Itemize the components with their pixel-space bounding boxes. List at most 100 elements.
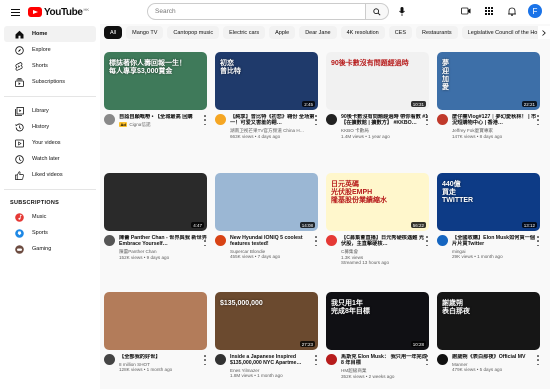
more-options-icon[interactable] xyxy=(425,115,429,125)
video-title[interactable]: Inside a Japanese Inspired $135,000,000 … xyxy=(230,354,318,366)
sidebar-item-sports[interactable]: Sports xyxy=(4,225,96,241)
sidebar-item-gaming[interactable]: Gaming xyxy=(4,241,96,257)
video-thumbnail[interactable]: 夢 迎 加 愛 22:21 xyxy=(437,52,540,110)
chip-restaurants[interactable]: Restaurants xyxy=(416,26,458,39)
youtube-play-icon xyxy=(28,7,42,17)
video-meta: 自諗自願嘅嘢 • 【全城最高 回購 Ad Cigna信諾 xyxy=(104,114,207,128)
chips-next-button[interactable] xyxy=(538,26,550,39)
hamburger-menu-icon[interactable] xyxy=(4,0,26,24)
video-duration: 4:47 xyxy=(191,222,204,228)
chip-all[interactable]: All xyxy=(104,26,123,39)
video-title[interactable]: 90後卡數沒有問題經過時 帶你看數 #1 【在擴數館 | 擴數方】 #KKBO… xyxy=(341,114,429,126)
video-thumbnail[interactable]: 標誌著你人壽回報一生！ 每人專享$3,000賞金 xyxy=(104,52,207,110)
video-card[interactable]: 夢 迎 加 愛 22:21 麼仔團Vlog#127｜夢幻愛秋林！ | 市況短購物中心… xyxy=(437,52,540,139)
sidebar-divider xyxy=(4,189,96,190)
notifications-button[interactable] xyxy=(505,3,519,19)
video-card[interactable]: 謝歲朔 表白那夜 謝歲朔《表白那夜》Official MV Manner 479K v… xyxy=(437,292,540,372)
more-options-icon[interactable] xyxy=(314,236,318,246)
video-card[interactable]: 初恋 曾比特 2:45 【純享】曾比特《初恋》翱份 全场第一！可爱又害羞的翱… 湖南卫… xyxy=(215,52,318,139)
more-options-icon[interactable] xyxy=(536,355,540,365)
more-options-icon[interactable] xyxy=(203,115,207,125)
video-title[interactable]: 陳蕾 Panther Chan - 世界與我 新世界 Embrace Yours… xyxy=(119,235,207,247)
video-card[interactable]: 標誌著你人壽回報一生！ 每人專享$3,000賞金自諗自願嘅嘢 • 【全城最高 回… xyxy=(104,52,207,128)
chip-legislative-council[interactable]: Legislative Council of the Ho xyxy=(461,26,544,39)
video-thumbnail[interactable] xyxy=(104,292,207,350)
sidebar-item-home[interactable]: Home xyxy=(4,26,96,42)
video-card[interactable]: 我只用1年 完成8年目標 10:28 馬斯克 Elon Musk： 我只用一年完成 … xyxy=(326,292,429,379)
apps-button[interactable] xyxy=(482,3,496,19)
channel-avatar[interactable] xyxy=(437,235,448,246)
more-options-icon[interactable] xyxy=(536,236,540,246)
channel-avatar[interactable] xyxy=(215,235,226,246)
more-options-icon[interactable] xyxy=(536,115,540,125)
ad-info: Ad Cigna信諾 xyxy=(119,121,207,128)
sidebar-item-explore[interactable]: Explore xyxy=(4,42,96,58)
more-options-icon[interactable] xyxy=(425,355,429,365)
chip-mango-tv[interactable]: Mango TV xyxy=(126,26,164,39)
video-title[interactable]: 自諗自願嘅嘢 • 【全城最高 回購 xyxy=(119,114,207,120)
channel-avatar[interactable] xyxy=(104,235,115,246)
chip-dear-jane[interactable]: Dear Jane xyxy=(299,26,337,39)
video-card[interactable]: 日元英碼 光伏股EMPH 隆基股份業績縮水 56:22 【C募集會直播】日元秀硬核遇… xyxy=(326,173,429,265)
more-options-icon[interactable] xyxy=(425,236,429,246)
sidebar-item-liked-videos[interactable]: Liked videos xyxy=(4,167,96,183)
video-title[interactable]: 麼仔團Vlog#127｜夢幻愛秋林！ | 市況短購物中心 | 香港… xyxy=(452,114,540,126)
channel-avatar[interactable] xyxy=(326,114,337,125)
video-card[interactable]: 440億 買走 TWITTER 13:12 【全國收購】Elon Musk如何買一個… xyxy=(437,173,540,259)
channel-avatar[interactable] xyxy=(437,354,448,365)
video-thumbnail[interactable]: 初恋 曾比特 2:45 xyxy=(215,52,318,110)
video-title[interactable]: 【C募集會直播】日元秀硬核遇難 光伏股，主直擊硬核… xyxy=(341,235,429,247)
video-title[interactable]: 【全國收購】Elon Musk如何買一個片片買Twitter xyxy=(452,235,540,247)
video-card[interactable]: 90後卡數沒有問題經過時 10:31 90後卡數沒有問題經過時 帶你看數 #1 【在… xyxy=(326,52,429,139)
video-card[interactable]: $135,000,000 27:23 Inside a Japanese Inspi… xyxy=(215,292,318,378)
search-button[interactable] xyxy=(365,3,389,20)
sidebar-item-watch-later[interactable]: Watch later xyxy=(4,151,96,167)
video-card[interactable]: 14:08 New Hyundai IONIQ 5 coolest feature… xyxy=(215,173,318,259)
video-title[interactable]: 謝歲朔《表白那夜》Official MV xyxy=(452,354,540,360)
video-title[interactable]: 【全部我的好世】 xyxy=(119,354,207,360)
chip-electric-cars[interactable]: Electric cars xyxy=(223,26,266,39)
video-thumbnail[interactable]: 90後卡數沒有問題經過時 10:31 xyxy=(326,52,429,110)
video-thumbnail[interactable]: 日元英碼 光伏股EMPH 隆基股份業績縮水 56:22 xyxy=(326,173,429,231)
sidebar-item-shorts[interactable]: Shorts xyxy=(4,58,96,74)
video-title[interactable]: 【純享】曾比特《初恋》翱份 全场第一！可爱又害羞的翱… xyxy=(230,114,318,126)
search-input[interactable] xyxy=(147,3,365,20)
video-thumbnail[interactable]: 謝歲朔 表白那夜 xyxy=(437,292,540,350)
create-video-button[interactable] xyxy=(459,3,473,19)
account-avatar[interactable]: F xyxy=(528,4,542,18)
channel-avatar[interactable] xyxy=(104,114,115,125)
sidebar-item-your-videos[interactable]: Your videos xyxy=(4,135,96,151)
video-thumbnail[interactable]: 14:08 xyxy=(215,173,318,231)
youtube-logo[interactable]: YouTube HK xyxy=(28,7,89,18)
video-thumbnail[interactable]: 440億 買走 TWITTER 13:12 xyxy=(437,173,540,231)
channel-avatar[interactable] xyxy=(215,114,226,125)
chip-cantopop-music[interactable]: Cantopop music xyxy=(167,26,220,39)
channel-avatar[interactable] xyxy=(437,114,448,125)
sidebar-item-library[interactable]: Library xyxy=(4,103,96,119)
video-title[interactable]: 馬斯克 Elon Musk： 我只用一年完成 8 年目標 xyxy=(341,354,429,366)
sidebar-item-label: Music xyxy=(32,214,47,220)
voice-search-button[interactable] xyxy=(395,4,409,18)
channel-avatar[interactable] xyxy=(326,235,337,246)
sidebar-item-history[interactable]: History xyxy=(4,119,96,135)
more-options-icon[interactable] xyxy=(203,355,207,365)
channel-avatar[interactable] xyxy=(215,354,226,365)
sidebar-item-subscriptions[interactable]: Subscriptions xyxy=(4,74,96,90)
channel-avatar[interactable] xyxy=(104,354,115,365)
video-card[interactable]: 4:47 陳蕾 Panther Chan - 世界與我 新世界 Embrace Y… xyxy=(104,173,207,260)
chip-apple[interactable]: Apple xyxy=(269,26,296,39)
chip-4k-resolution[interactable]: 4K resolution xyxy=(340,26,385,39)
video-card[interactable]: 【全部我的好世】 8 million SHOT 128K views • 1 mon… xyxy=(104,292,207,372)
ad-channel-name[interactable]: Cigna信諾 xyxy=(129,122,150,127)
video-thumbnail[interactable]: 4:47 xyxy=(104,173,207,231)
more-options-icon[interactable] xyxy=(314,115,318,125)
sidebar-item-music[interactable]: Music xyxy=(4,209,96,225)
video-thumbnail[interactable]: 我只用1年 完成8年目標 10:28 xyxy=(326,292,429,350)
channel-avatar[interactable] xyxy=(326,354,337,365)
more-options-icon[interactable] xyxy=(203,236,207,246)
video-title[interactable]: New Hyundai IONIQ 5 coolest features tes… xyxy=(230,235,318,247)
view-count: 455K views • 7 days ago xyxy=(230,253,281,259)
chip-ces[interactable]: CES xyxy=(388,26,412,39)
video-thumbnail[interactable]: $135,000,000 27:23 xyxy=(215,292,318,350)
more-options-icon[interactable] xyxy=(314,355,318,365)
